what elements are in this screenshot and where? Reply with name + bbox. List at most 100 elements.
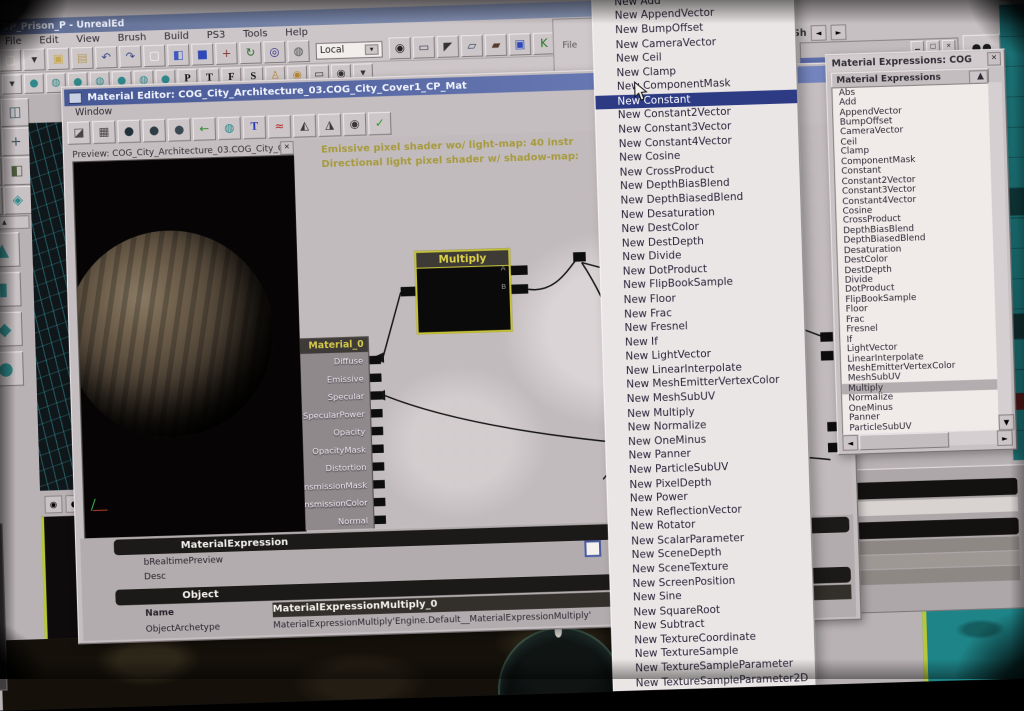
clean-all-icon[interactable]: ◮	[318, 113, 342, 137]
menu-window[interactable]: Window	[75, 106, 112, 118]
copy-icon[interactable]: ▱	[461, 35, 484, 58]
clean-unused-icon[interactable]: ◭	[293, 114, 317, 138]
viewport-toolbar-button[interactable]: ◉	[44, 495, 62, 513]
redo-icon[interactable]: ↷	[119, 45, 142, 68]
scroll-right-icon[interactable]: ►	[997, 430, 1013, 446]
menubar-item[interactable]: Edit	[39, 34, 59, 46]
texture-thumbnail[interactable]	[1012, 313, 1024, 339]
primitive-icon: ▮	[0, 279, 9, 300]
cone-primitive-icon[interactable]: ▲	[0, 232, 20, 268]
menubar-item[interactable]: View	[76, 33, 100, 45]
lit-mode-icon[interactable]: ■	[191, 43, 214, 66]
scroll-down-icon[interactable]: ▼	[998, 414, 1014, 430]
close-icon[interactable]: ×	[987, 52, 1001, 66]
preview-cylinder-icon[interactable]: ●	[117, 119, 141, 143]
grid-toggle-icon[interactable]: ▦	[92, 120, 116, 144]
scroll-up-icon[interactable]: ▲	[969, 69, 988, 83]
dropdown-icon[interactable]: ▾	[2, 74, 22, 94]
realtime-globe-icon[interactable]: ◍	[217, 116, 241, 140]
geometry-mode-icon[interactable]: ◫	[1, 98, 30, 127]
menubar-item[interactable]: PS3	[207, 29, 226, 41]
toolbar-icon: ▣	[514, 38, 525, 50]
tab-scroll-right-icon[interactable]: ►	[830, 24, 846, 40]
preview-cube-icon[interactable]: ●	[142, 118, 166, 142]
translate-icon[interactable]: +	[215, 42, 238, 65]
palette-collapse-button[interactable]: ▲	[0, 215, 30, 230]
undo-icon[interactable]: ↶	[95, 46, 118, 69]
output-connector[interactable]	[401, 287, 416, 297]
close-icon[interactable]: ×	[280, 141, 294, 155]
rotate-icon[interactable]: ↻	[239, 42, 262, 65]
input-b-connector[interactable]	[511, 284, 528, 294]
input-connector[interactable]	[373, 462, 385, 471]
node-connector[interactable]	[573, 252, 586, 262]
sheet-primitive-icon[interactable]: ◆	[0, 312, 23, 348]
scale-icon[interactable]: ◎	[263, 41, 286, 64]
node-connector[interactable]	[820, 332, 833, 342]
tab-scroll-left-icon[interactable]: ◄	[810, 25, 826, 41]
scroll-left-icon[interactable]: ◄	[842, 435, 858, 451]
texture-thumbnail[interactable]	[1008, 188, 1024, 216]
input-connector[interactable]	[369, 356, 381, 365]
cut-icon[interactable]: ◤	[437, 35, 460, 58]
menubar-item[interactable]: Tools	[243, 28, 268, 40]
node-connector[interactable]	[821, 351, 834, 361]
toolbar-icon: T	[250, 121, 258, 133]
subpanel-row[interactable]	[853, 497, 1018, 517]
save-icon[interactable]: ▣	[47, 48, 70, 71]
cylinder-primitive-icon[interactable]: ▮	[0, 272, 22, 308]
show-curves-icon[interactable]: ≈	[268, 114, 292, 138]
input-connector[interactable]	[374, 498, 386, 507]
coord-system-combo[interactable]: Local ▾	[316, 40, 383, 59]
input-a-connector[interactable]	[511, 265, 528, 275]
properties-dock-tab[interactable]: × Properties: COG_City_A	[0, 523, 8, 691]
multiply-node[interactable]: Multiply A B	[414, 248, 513, 335]
browser-icon[interactable]: ▣	[509, 33, 532, 56]
scrollbar-thumb[interactable]	[859, 432, 949, 450]
input-connector[interactable]	[374, 515, 386, 524]
terrain-icon[interactable]: ●	[24, 73, 44, 93]
camera-icon[interactable]: ◍	[287, 40, 310, 63]
show-text-icon[interactable]: T	[243, 115, 267, 139]
search-icon[interactable]: ◉	[389, 37, 412, 60]
brush-clip-icon[interactable]: ◧	[2, 157, 31, 186]
chevron-down-icon[interactable]: ▾	[365, 44, 379, 55]
input-connector[interactable]	[372, 444, 384, 453]
transform-icon[interactable]: +	[1, 127, 30, 156]
textured-mode-icon[interactable]: ◧	[167, 44, 190, 67]
menubar-item[interactable]: Brush	[117, 32, 146, 44]
material-input-label: Opacity	[333, 427, 365, 437]
menubar-item[interactable]: Build	[164, 30, 189, 42]
toolbar-icon: ≈	[274, 120, 284, 132]
background-toggle-icon[interactable]: ◪	[67, 121, 91, 145]
new-file-icon[interactable]: ▢	[0, 49, 22, 72]
tool-icon: ◫	[8, 105, 21, 121]
input-connector[interactable]	[371, 409, 383, 418]
left-tool-palette: ▰◫★+◕◧▲◈	[0, 98, 33, 216]
preview-sphere-icon[interactable]: ●	[167, 118, 191, 142]
input-connector[interactable]	[373, 480, 385, 489]
realtime-preview-checkbox[interactable]	[584, 540, 601, 557]
save-all-icon[interactable]: ▤	[71, 47, 94, 70]
preview-eye-icon[interactable]: ◉	[343, 112, 367, 136]
input-connector[interactable]	[370, 391, 382, 400]
material-preview-pane[interactable]	[73, 154, 308, 539]
fullscreen-icon[interactable]: ▭	[413, 36, 436, 59]
apply-check-icon[interactable]: ✓	[368, 111, 392, 135]
tab-file[interactable]: File	[562, 40, 577, 51]
input-connector[interactable]	[372, 427, 384, 436]
input-connector[interactable]	[370, 373, 382, 382]
open-dropdown-icon[interactable]: ▾	[23, 48, 46, 71]
unlit-mode-icon[interactable]: ▢	[143, 45, 166, 68]
menubar-item[interactable]: Help	[285, 27, 308, 39]
bottom-right-viewport[interactable]	[922, 605, 1024, 681]
material-root-node[interactable]: Material_0 Diffuse Emissive Specular	[293, 336, 374, 530]
view-button-p[interactable]: P	[1001, 0, 1019, 1]
sphere-primitive-icon[interactable]: ●	[0, 351, 24, 387]
axis-gizmo	[92, 494, 113, 511]
mode-extra-icon[interactable]: ◈	[3, 186, 32, 215]
toolbar-icon: ↶	[101, 52, 111, 64]
home-arrow-icon[interactable]: ←	[192, 117, 216, 141]
paste-icon[interactable]: ▰	[485, 34, 508, 57]
menubar-item[interactable]: File	[5, 36, 22, 48]
